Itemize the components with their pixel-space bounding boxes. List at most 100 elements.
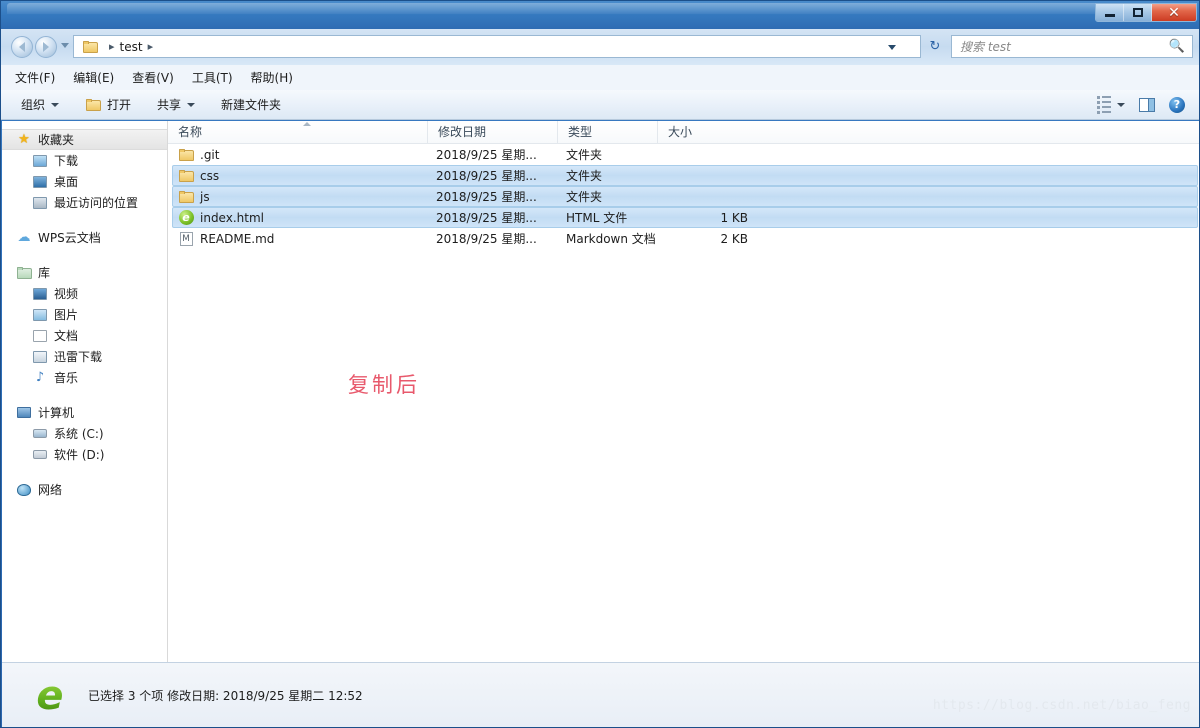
sidebar-item-downloads[interactable]: 下载 xyxy=(2,150,167,171)
sidebar-item-libraries[interactable]: 库 xyxy=(2,262,167,283)
recent-places-icon xyxy=(32,195,48,211)
sidebar-item-thunder-download[interactable]: 迅雷下载 xyxy=(2,346,167,367)
new-folder-label: 新建文件夹 xyxy=(221,98,282,112)
file-rows: .git 2018/9/25 星期... 文件夹 css 2018/9/25 星… xyxy=(168,144,1199,249)
table-row[interactable]: js 2018/9/25 星期... 文件夹 xyxy=(172,186,1198,207)
search-box[interactable]: 🔍 xyxy=(951,35,1193,58)
sidebar-item-label: 迅雷下载 xyxy=(54,350,103,364)
recent-pages-icon[interactable] xyxy=(61,43,69,48)
file-type-cell: HTML 文件 xyxy=(566,211,628,225)
refresh-icon: ↻ xyxy=(929,39,941,54)
sidebar-item-label: 库 xyxy=(38,266,51,280)
address-bar[interactable]: ▸ test ▸ xyxy=(73,35,921,58)
sidebar-item-music[interactable]: ♪ 音乐 xyxy=(2,367,167,388)
maximize-button[interactable] xyxy=(1124,4,1152,21)
sidebar-item-videos[interactable]: 视频 xyxy=(2,283,167,304)
sidebar-item-label: 收藏夹 xyxy=(38,133,75,147)
close-button[interactable]: ✕ xyxy=(1152,4,1196,21)
file-name-cell: M README.md xyxy=(173,231,431,247)
minimize-icon xyxy=(1104,14,1115,17)
cloud-icon: ☁ xyxy=(17,230,31,245)
navigation-bar: ▸ test ▸ ↻ 🔍 xyxy=(1,29,1199,65)
document-icon xyxy=(32,328,48,344)
maximize-icon xyxy=(1132,8,1143,17)
column-header-name[interactable]: 名称 xyxy=(168,120,428,144)
sidebar-item-label: 桌面 xyxy=(54,175,79,189)
sidebar-item-drive-d[interactable]: 软件 (D:) xyxy=(2,444,167,465)
back-arrow-icon xyxy=(19,42,25,52)
file-name-label: index.html xyxy=(200,210,264,225)
music-icon: ♪ xyxy=(35,370,45,385)
file-name-cell: .git xyxy=(173,147,431,163)
view-mode-icon[interactable] xyxy=(1097,95,1125,114)
back-button[interactable] xyxy=(11,36,33,58)
file-name-label: css xyxy=(200,168,220,183)
table-row[interactable]: .git 2018/9/25 星期... 文件夹 xyxy=(172,144,1198,165)
sidebar-item-computer[interactable]: 计算机 xyxy=(2,402,167,423)
folder-icon xyxy=(178,147,194,163)
menu-item-view[interactable]: 查看(V) xyxy=(132,69,174,86)
file-name-cell: js xyxy=(173,189,431,205)
command-bar-right-group: ? xyxy=(1097,95,1185,114)
sidebar-item-wps-cloud[interactable]: ☁ WPS云文档 xyxy=(2,227,167,248)
menu-item-file[interactable]: 文件(F) xyxy=(15,69,55,86)
table-row[interactable]: css 2018/9/25 星期... 文件夹 xyxy=(172,165,1198,186)
sidebar-item-drive-c[interactable]: 系统 (C:) xyxy=(2,423,167,444)
file-type-cell: 文件夹 xyxy=(566,169,603,183)
sidebar-item-favorites[interactable]: ★ 收藏夹 xyxy=(2,129,167,150)
folder-icon xyxy=(82,39,98,55)
file-list-pane: 名称 修改日期 类型 大小 .git 2018/9/25 星期... 文件夹 c… xyxy=(168,120,1199,662)
ie-html-icon: e xyxy=(178,210,194,226)
file-type-cell: Markdown 文档 xyxy=(566,232,656,246)
chevron-down-icon[interactable] xyxy=(888,45,896,50)
command-bar: 组织 打开 共享 新建文件夹 ? xyxy=(1,90,1199,120)
table-row[interactable]: M README.md 2018/9/25 星期... Markdown 文档 … xyxy=(172,228,1198,249)
refresh-button[interactable]: ↻ xyxy=(923,35,947,58)
column-header-size[interactable]: 大小 xyxy=(658,121,753,144)
menu-bar: 文件(F) 编辑(E) 查看(V) 工具(T) 帮助(H) xyxy=(1,65,1199,90)
watermark: https://blog.csdn.net/biao_feng xyxy=(932,698,1191,713)
status-text: 已选择 3 个项 修改日期: 2018/9/25 星期二 12:52 xyxy=(88,689,363,703)
minimize-button[interactable] xyxy=(1096,4,1124,21)
help-icon[interactable]: ? xyxy=(1169,96,1185,113)
desktop-icon xyxy=(32,174,48,190)
file-name-cell: css xyxy=(173,168,431,184)
sidebar-item-label: 最近访问的位置 xyxy=(54,196,139,210)
file-name-label: README.md xyxy=(200,231,275,246)
organize-button[interactable]: 组织 xyxy=(21,96,60,113)
forward-button[interactable] xyxy=(35,36,57,58)
forward-arrow-icon xyxy=(43,42,49,52)
share-label: 共享 xyxy=(157,98,182,112)
network-icon xyxy=(16,482,32,498)
table-row[interactable]: e index.html 2018/9/25 星期... HTML 文件 1 K… xyxy=(172,207,1198,228)
open-button[interactable]: 打开 xyxy=(85,96,131,113)
navigation-pane[interactable]: ★ 收藏夹 下载 桌面 最近访问的位置 ☁ WPS云文档 库 视频 图片 文档 … xyxy=(2,121,168,662)
sidebar-item-pictures[interactable]: 图片 xyxy=(2,304,167,325)
sidebar-item-label: 视频 xyxy=(54,287,79,301)
share-button[interactable]: 共享 xyxy=(157,96,196,113)
breadcrumb-item-test[interactable]: test xyxy=(120,40,143,54)
sidebar-item-desktop[interactable]: 桌面 xyxy=(2,171,167,192)
computer-icon xyxy=(16,405,32,421)
file-type-cell: 文件夹 xyxy=(566,148,603,162)
sidebar-item-recent-places[interactable]: 最近访问的位置 xyxy=(2,192,167,213)
title-bar: ✕ xyxy=(1,1,1199,29)
sidebar-item-label: 系统 (C:) xyxy=(54,427,104,441)
sidebar-item-label: 音乐 xyxy=(54,371,79,385)
menu-item-help[interactable]: 帮助(H) xyxy=(251,69,293,86)
column-header-date[interactable]: 修改日期 xyxy=(428,120,558,144)
search-input[interactable] xyxy=(960,39,1160,54)
column-header-type[interactable]: 类型 xyxy=(558,120,658,144)
video-icon xyxy=(32,286,48,302)
folder-icon xyxy=(178,168,194,184)
new-folder-button[interactable]: 新建文件夹 xyxy=(221,96,281,113)
file-name-cell: e index.html xyxy=(173,210,431,226)
menu-item-tools[interactable]: 工具(T) xyxy=(192,69,233,86)
preview-pane-icon[interactable] xyxy=(1139,97,1155,112)
sidebar-item-documents[interactable]: 文档 xyxy=(2,325,167,346)
sidebar-item-network[interactable]: 网络 xyxy=(2,479,167,500)
chevron-down-icon xyxy=(1117,102,1125,107)
breadcrumb-separator-2[interactable]: ▸ xyxy=(148,40,154,53)
menu-item-edit[interactable]: 编辑(E) xyxy=(73,69,114,86)
